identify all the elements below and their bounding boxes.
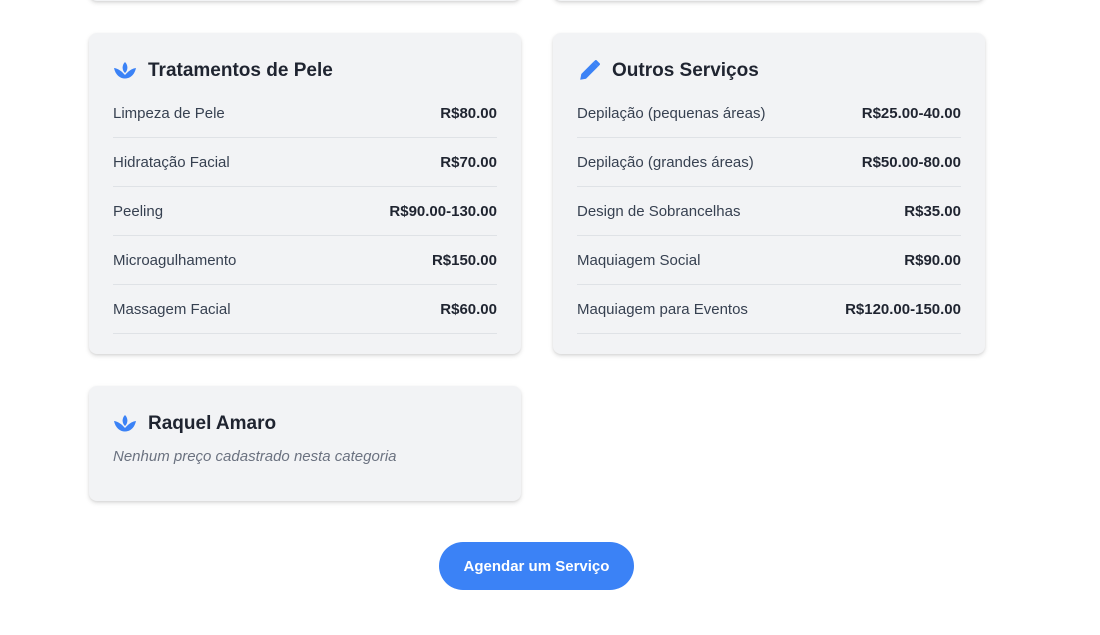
price-row: Maquiagem Social R$90.00 <box>577 236 961 285</box>
services-page: Tratamentos de Pele Limpeza de Pele R$80… <box>0 0 1100 635</box>
category-card-skin-treatments: Tratamentos de Pele Limpeza de Pele R$80… <box>89 33 521 354</box>
price-row: Limpeza de Pele R$80.00 <box>113 89 497 138</box>
price-row: Depilação (pequenas áreas) R$25.00-40.00 <box>577 89 961 138</box>
service-name: Peeling <box>113 202 164 220</box>
service-name: Massagem Facial <box>113 300 231 318</box>
price-row: Microagulhamento R$150.00 <box>113 236 497 285</box>
card-header: Tratamentos de Pele <box>113 57 497 85</box>
service-price: R$90.00 <box>904 251 961 269</box>
service-price: R$60.00 <box>440 300 497 318</box>
service-price: R$70.00 <box>440 153 497 171</box>
service-name: Maquiagem para Eventos <box>577 300 748 318</box>
service-name: Design de Sobrancelhas <box>577 202 741 220</box>
schedule-service-button[interactable]: Agendar um Serviço <box>439 542 634 590</box>
service-name: Depilação (grandes áreas) <box>577 153 754 171</box>
card-title: Raquel Amaro <box>148 413 277 434</box>
card-header: Raquel Amaro <box>113 410 497 438</box>
service-name: Hidratação Facial <box>113 153 230 171</box>
service-price: R$35.00 <box>904 202 961 220</box>
price-row: Hidratação Facial R$70.00 <box>113 138 497 187</box>
service-name: Microagulhamento <box>113 251 237 269</box>
price-row: Maquiagem para Eventos R$120.00-150.00 <box>577 285 961 334</box>
price-row: Peeling R$90.00-130.00 <box>113 187 497 236</box>
spa-lotus-icon <box>113 59 137 83</box>
service-price: R$50.00-80.00 <box>861 153 961 171</box>
price-row: Depilação (grandes áreas) R$50.00-80.00 <box>577 138 961 187</box>
previous-card-right <box>553 0 985 1</box>
price-row: Massagem Facial R$60.00 <box>113 285 497 334</box>
service-name: Maquiagem Social <box>577 251 701 269</box>
card-title: Tratamentos de Pele <box>148 60 333 81</box>
service-price: R$150.00 <box>431 251 497 269</box>
service-price: R$120.00-150.00 <box>845 300 961 318</box>
card-header: Outros Serviços <box>577 57 961 85</box>
service-name: Limpeza de Pele <box>113 104 225 122</box>
empty-category-message: Nenhum preço cadastrado nesta categoria <box>113 448 397 465</box>
service-price: R$25.00-40.00 <box>861 104 961 122</box>
card-title: Outros Serviços <box>612 60 759 81</box>
pencil-icon <box>577 59 601 83</box>
service-price: R$90.00-130.00 <box>389 202 497 220</box>
category-card-raquel-amaro: Raquel Amaro Nenhum preço cadastrado nes… <box>89 386 521 501</box>
service-name: Depilação (pequenas áreas) <box>577 104 766 122</box>
category-card-other-services: Outros Serviços Depilação (pequenas área… <box>553 33 985 354</box>
service-price: R$80.00 <box>440 104 497 122</box>
price-row: Design de Sobrancelhas R$35.00 <box>577 187 961 236</box>
spa-lotus-icon <box>113 412 137 436</box>
previous-card-left <box>89 0 521 1</box>
